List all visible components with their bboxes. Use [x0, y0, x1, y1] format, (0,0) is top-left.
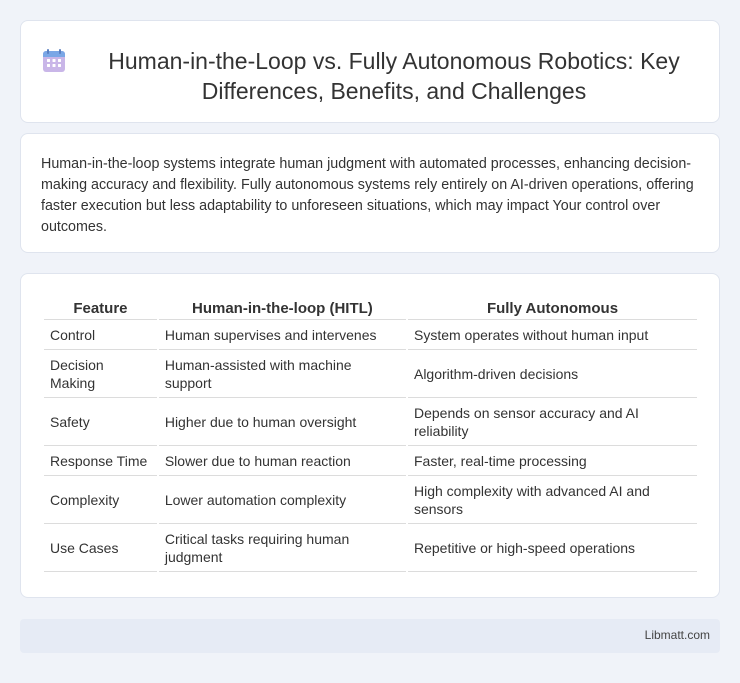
table-row: Safety Higher due to human oversight Dep… — [44, 398, 697, 446]
cell-feature: Complexity — [44, 476, 157, 524]
table-row: Response Time Slower due to human reacti… — [44, 446, 697, 476]
cell-hitl: Higher due to human oversight — [158, 398, 406, 446]
table-row: Use Cases Critical tasks requiring human… — [44, 524, 697, 572]
cell-hitl: Lower automation complexity — [158, 476, 406, 524]
cell-hitl: Slower due to human reaction — [158, 446, 406, 476]
comparison-table: Feature Human-in-the-loop (HITL) Fully A… — [42, 294, 699, 572]
table-row: Control Human supervises and intervenes … — [44, 320, 697, 350]
cell-autonomous: Repetitive or high-speed operations — [407, 524, 697, 572]
cell-feature: Response Time — [44, 446, 157, 476]
footer-bar: Libmatt.com — [20, 619, 720, 653]
cell-hitl: Human supervises and intervenes — [158, 320, 406, 350]
cell-autonomous: Algorithm-driven decisions — [407, 350, 697, 398]
header-feature: Feature — [44, 294, 157, 320]
cell-hitl: Critical tasks requiring human judgment — [158, 524, 406, 572]
table-row: Decision Making Human-assisted with mach… — [44, 350, 697, 398]
footer-brand[interactable]: Libmatt.com — [645, 628, 710, 642]
calendar-icon — [43, 49, 65, 72]
page-title: Human-in-the-Loop vs. Fully Autonomous R… — [108, 48, 680, 104]
cell-autonomous: Faster, real-time processing — [407, 446, 697, 476]
cell-feature: Safety — [44, 398, 157, 446]
title-card: Human-in-the-Loop vs. Fully Autonomous R… — [20, 20, 720, 123]
intro-card: Human-in-the-loop systems integrate huma… — [20, 133, 720, 253]
cell-autonomous: High complexity with advanced AI and sen… — [407, 476, 697, 524]
cell-autonomous: System operates without human input — [407, 320, 697, 350]
cell-autonomous: Depends on sensor accuracy and AI reliab… — [407, 398, 697, 446]
cell-feature: Control — [44, 320, 157, 350]
cell-feature: Decision Making — [44, 350, 157, 398]
header-autonomous: Fully Autonomous — [407, 294, 697, 320]
table-header-row: Feature Human-in-the-loop (HITL) Fully A… — [44, 294, 697, 320]
cell-hitl: Human-assisted with machine support — [158, 350, 406, 398]
table-row: Complexity Lower automation complexity H… — [44, 476, 697, 524]
cell-feature: Use Cases — [44, 524, 157, 572]
header-hitl: Human-in-the-loop (HITL) — [158, 294, 406, 320]
comparison-card: Feature Human-in-the-loop (HITL) Fully A… — [20, 273, 720, 598]
intro-paragraph: Human-in-the-loop systems integrate huma… — [41, 156, 694, 235]
